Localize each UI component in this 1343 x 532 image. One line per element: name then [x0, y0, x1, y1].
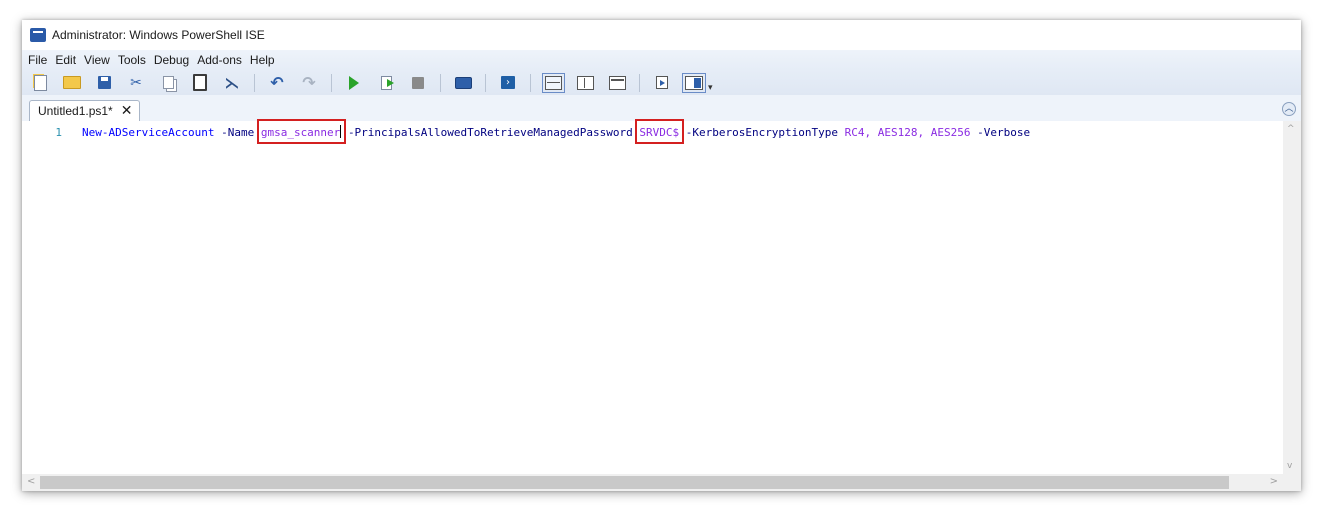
highlight-box-name: gmsa_scanner: [260, 125, 342, 139]
show-script-pane-icon: [656, 76, 668, 89]
layout-script-right-button[interactable]: [575, 73, 595, 93]
layout-script-maximized-icon: [608, 75, 626, 90]
token-param-verbose: -Verbose: [977, 126, 1031, 139]
vertical-scrollbar[interactable]: ^ v: [1283, 121, 1301, 474]
highlight-box-principals: SRVDC$: [639, 126, 679, 139]
window-title: Administrator: Windows PowerShell ISE: [52, 28, 265, 42]
save-button[interactable]: [94, 73, 114, 93]
token-name-value: gmsa_scanner: [260, 126, 341, 139]
script-editor[interactable]: 1 New-ADServiceAccount -Name gmsa_scanner…: [22, 121, 1283, 474]
powershell-console-icon: ›: [501, 76, 515, 89]
copy-icon: [162, 76, 174, 89]
scrollbar-corner: [1283, 474, 1301, 491]
token-cmdlet: New-ADServiceAccount: [82, 126, 215, 139]
clear-console-icon: ⋋: [224, 73, 240, 92]
scroll-right-icon[interactable]: >: [1270, 476, 1278, 487]
horizontal-scrollbar[interactable]: < >: [22, 474, 1283, 491]
toolbar-separator: [440, 73, 441, 92]
layout-script-top-icon: [541, 72, 565, 93]
token-param-name: -Name: [221, 126, 255, 139]
script-tab-strip: Untitled1.ps1* ✕ ︿: [22, 95, 1301, 121]
token-enc-rc4: RC4,: [844, 126, 872, 139]
menu-debug[interactable]: Debug: [152, 53, 195, 67]
show-command-addon-button[interactable]: [682, 72, 706, 93]
toolbar-overflow-icon[interactable]: ▾: [708, 83, 713, 93]
menu-edit[interactable]: Edit: [53, 53, 82, 67]
undo-icon: ↶: [270, 73, 284, 92]
toolbar-separator: [530, 73, 531, 92]
toolbar: ✂ ⋋ ↶ ↷ › ▾: [22, 70, 1301, 95]
menu-bar: File Edit View Tools Debug Add-ons Help: [22, 50, 1301, 70]
title-bar: Administrator: Windows PowerShell ISE: [22, 20, 1301, 50]
cut-button[interactable]: ✂: [126, 73, 146, 93]
scroll-down-icon[interactable]: v: [1287, 461, 1292, 471]
layout-script-maximized-button[interactable]: [607, 73, 627, 93]
stop-icon: [412, 76, 424, 89]
line-number: 1: [55, 126, 62, 139]
token-param-principals: -PrincipalsAllowedToRetrieveManagedPassw…: [347, 126, 633, 139]
scroll-left-icon[interactable]: <: [27, 476, 35, 487]
powershell-console-button[interactable]: ›: [498, 73, 518, 93]
run-script-button[interactable]: [344, 73, 364, 93]
stop-button[interactable]: [408, 73, 428, 93]
token-param-kerberos: -KerberosEncryptionType: [685, 126, 839, 139]
menu-view[interactable]: View: [82, 53, 116, 67]
new-button[interactable]: [30, 73, 50, 93]
remote-powershell-button[interactable]: [453, 73, 473, 93]
run-selection-icon: [380, 75, 394, 90]
copy-button[interactable]: [158, 73, 178, 93]
clear-console-button[interactable]: ⋋: [222, 73, 242, 93]
menu-file[interactable]: File: [26, 53, 53, 67]
layout-script-right-icon: [576, 75, 594, 90]
layout-script-top-button[interactable]: [541, 72, 565, 93]
tab-label: Untitled1.ps1*: [38, 104, 113, 118]
redo-button[interactable]: ↷: [299, 73, 319, 93]
powershell-app-icon: [30, 28, 46, 42]
tab-untitled1[interactable]: Untitled1.ps1* ✕: [29, 100, 140, 121]
cut-icon: ✂: [130, 74, 142, 91]
menu-add-ons[interactable]: Add-ons: [195, 53, 248, 67]
code-line: 1 New-ADServiceAccount -Name gmsa_scanner…: [22, 124, 1030, 142]
toolbar-separator: [254, 73, 255, 92]
menu-tools[interactable]: Tools: [116, 53, 152, 67]
save-icon: [97, 76, 111, 89]
new-icon: [33, 74, 47, 91]
open-icon: [63, 76, 81, 89]
text-caret: [340, 125, 342, 138]
show-command-addon-icon: [682, 72, 706, 93]
powershell-ise-window: Administrator: Windows PowerShell ISE Fi…: [22, 20, 1301, 491]
token-enc-aes256: AES256: [930, 126, 971, 139]
horizontal-scroll-thumb[interactable]: [40, 476, 1229, 489]
paste-icon: [193, 74, 207, 91]
run-selection-button[interactable]: [376, 73, 396, 93]
remote-powershell-icon: [454, 76, 472, 89]
close-icon[interactable]: ✕: [121, 104, 133, 118]
menu-help[interactable]: Help: [248, 53, 281, 67]
scroll-up-icon[interactable]: ^: [1287, 124, 1295, 134]
toolbar-separator: [331, 73, 332, 92]
run-script-icon: [349, 75, 359, 90]
open-button[interactable]: [62, 73, 82, 93]
toolbar-separator: [639, 73, 640, 92]
redo-icon: ↷: [302, 73, 316, 92]
token-principals-value: SRVDC$: [639, 126, 680, 139]
toolbar-separator: [485, 73, 486, 92]
undo-button[interactable]: ↶: [267, 73, 287, 93]
show-script-pane-button[interactable]: [652, 73, 672, 93]
token-enc-aes128: AES128,: [877, 126, 925, 139]
paste-button[interactable]: [190, 73, 210, 93]
collapse-script-pane-icon[interactable]: ︿: [1282, 102, 1296, 116]
